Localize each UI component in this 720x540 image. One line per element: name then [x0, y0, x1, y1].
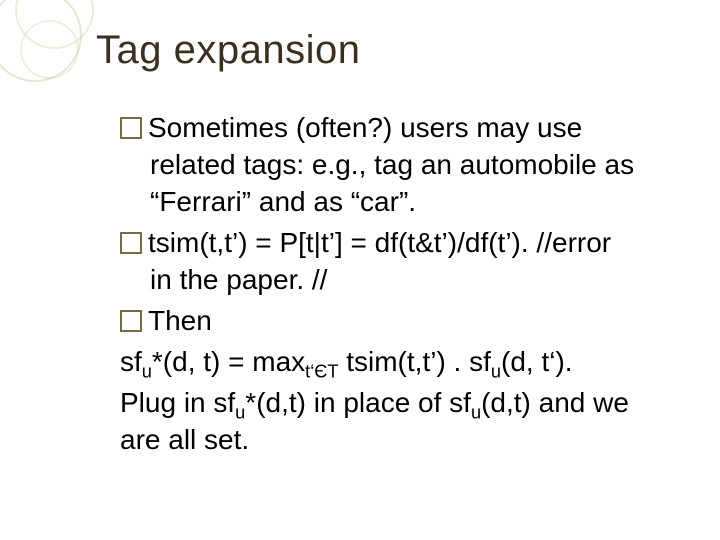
bullet-2: tsim(t,t’) = P[t|t’] = df(t&t’)/df(t’). …: [120, 225, 640, 299]
formula-line-2: Plug in sfu*(d,t) in place of sfu(d,t) a…: [120, 385, 640, 459]
subscript: u: [235, 402, 245, 422]
slide-title: Tag expansion: [96, 28, 360, 73]
checkbox-icon: [120, 117, 142, 139]
bullet-2-text: tsim(t,t’) = P[t|t’] = df(t&t’)/df(t’). …: [148, 227, 611, 295]
txt: *(d,t) in place of sf: [245, 387, 471, 418]
bullet-3-text: Then: [148, 305, 212, 336]
formula-line-1: sfu*(d, t) = maxt‘ЄT tsim(t,t’) . sfu(d,…: [120, 344, 640, 381]
txt: *(d, t) = max: [152, 346, 305, 377]
subscript: u: [491, 361, 501, 381]
txt: (d, t‘).: [501, 346, 573, 377]
slide: Tag expansion Sometimes (often?) users m…: [0, 0, 720, 540]
bullet-3: Then: [120, 303, 640, 340]
subscript: t‘ЄT: [305, 361, 338, 381]
subscript: u: [142, 361, 152, 381]
txt: tsim(t,t’) . sf: [338, 346, 490, 377]
checkbox-icon: [120, 232, 142, 254]
checkbox-icon: [120, 310, 142, 332]
bullet-1: Sometimes (often?) users may use related…: [120, 110, 640, 221]
slide-body: Sometimes (often?) users may use related…: [120, 110, 640, 463]
bullet-1-text: Sometimes (often?) users may use related…: [148, 112, 634, 217]
subscript: u: [471, 402, 481, 422]
txt: Plug in sf: [120, 387, 235, 418]
txt: sf: [120, 346, 142, 377]
